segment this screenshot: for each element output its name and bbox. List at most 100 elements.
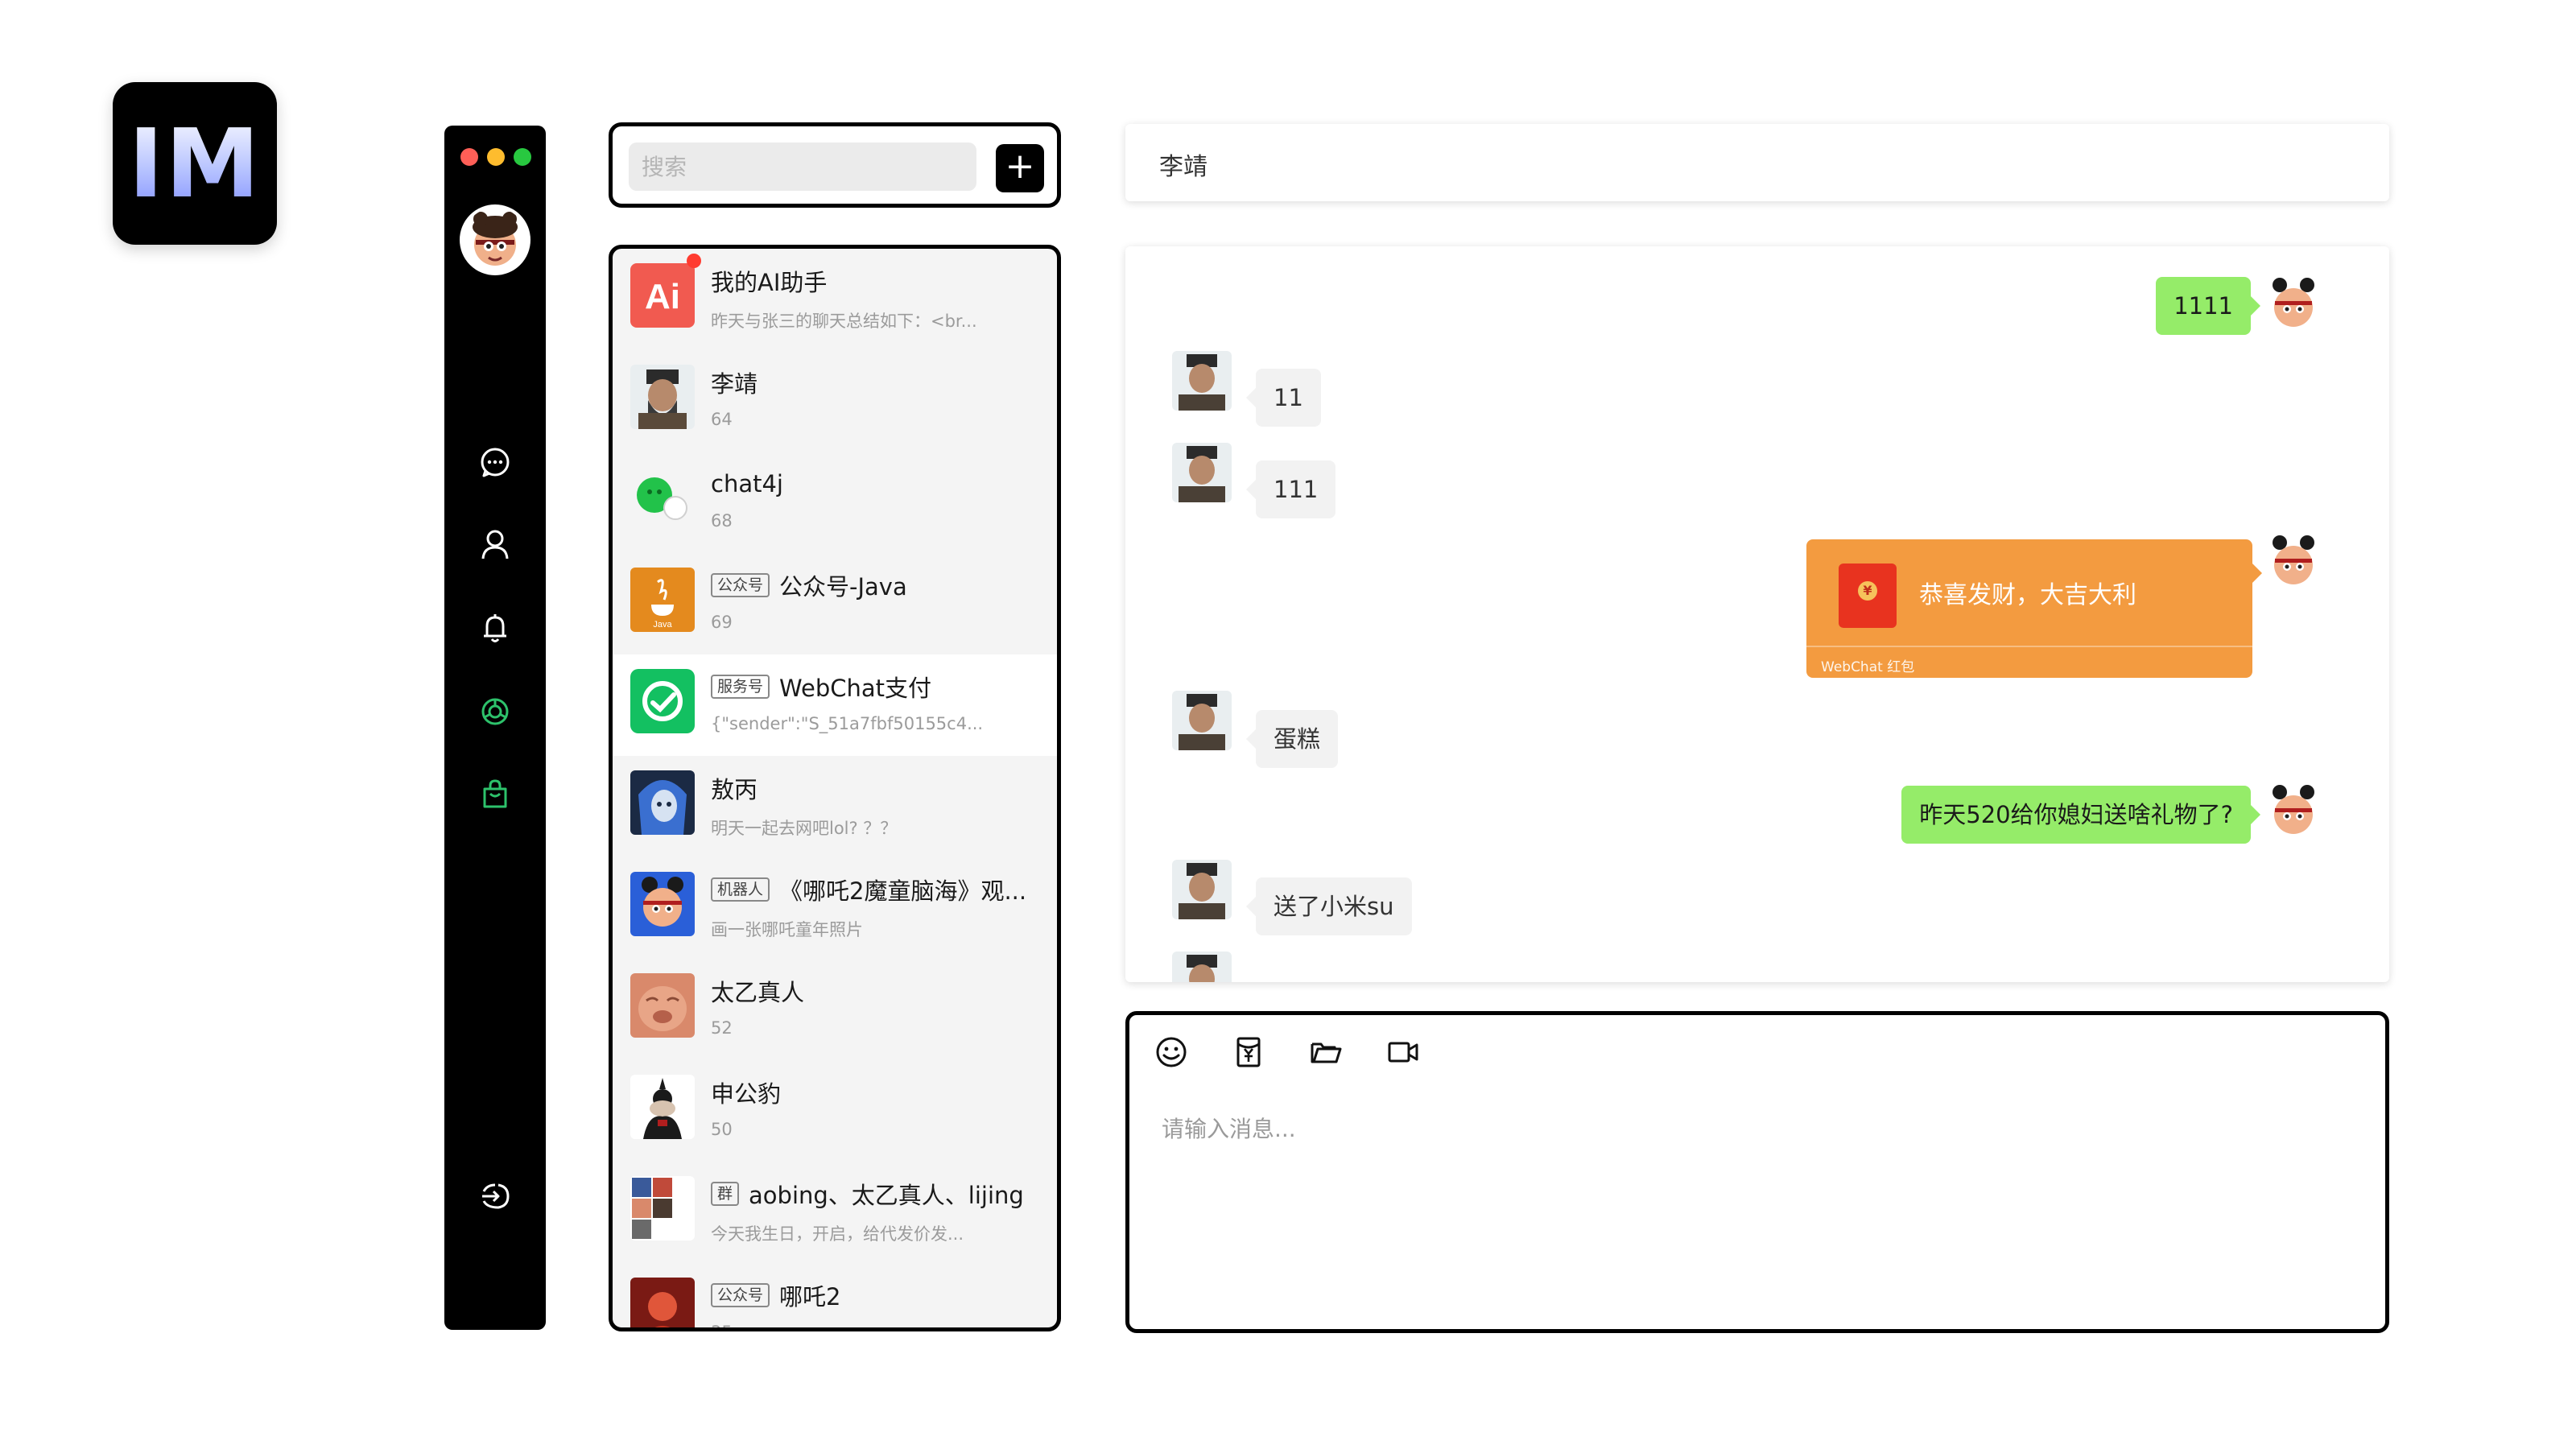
search-panel: + [609, 122, 1061, 208]
contact-item[interactable]: 机器人 《哪吒2魔童脑海》观... 画一张哪吒童年照片 [613, 857, 1057, 959]
contact-subtitle: 50 [711, 1120, 733, 1139]
logo-text: IM [128, 108, 262, 219]
contact-tag: 机器人 [711, 877, 770, 902]
bell-icon [484, 614, 506, 642]
message-bubble-received[interactable]: 送了小米su [1246, 877, 1412, 935]
contact-tag: 公众号 [711, 1283, 770, 1307]
message-list: 1111 11 111 ¥ 恭喜发财，大吉大利 WebChat 红包 蛋糕 昨天… [1125, 246, 2389, 982]
message-bubble-sent[interactable]: 1111 [2156, 277, 2260, 335]
contact-avatar [630, 1278, 695, 1327]
contact-item[interactable]: 李靖 64 [613, 350, 1057, 452]
contact-avatar: Ai [630, 263, 695, 328]
contact-item[interactable]: 申公豹 50 [613, 1060, 1057, 1162]
video-call-button[interactable] [1384, 1033, 1422, 1071]
contact-item[interactable]: chat4j 68 [613, 452, 1057, 553]
contact-avatar [630, 1176, 695, 1241]
message-input[interactable] [1162, 1112, 2353, 1305]
contact-item[interactable]: Ai 我的AI助手 昨天与张三的聊天总结如下：<br... [613, 249, 1057, 350]
contact-name: 《哪吒2魔童脑海》观... [779, 877, 1027, 905]
sidebar-item-notifications[interactable] [476, 609, 514, 647]
contact-tag: 群 [711, 1182, 740, 1206]
contact-item[interactable]: Java 公众号 公众号-Java 69 [613, 553, 1057, 654]
logout-button[interactable] [476, 1177, 514, 1216]
contact-avatar: Java [630, 568, 695, 632]
contact-subtitle: 35 [711, 1323, 1038, 1327]
red-packet-greeting: 恭喜发财，大吉大利 [1919, 581, 2136, 609]
message-bubble-sent[interactable]: 昨天520给你媳妇送啥礼物了? [1901, 786, 2260, 844]
contact-avatar [630, 466, 695, 530]
sidebar-item-contacts[interactable] [476, 525, 514, 564]
contact-subtitle: 64 [711, 410, 733, 429]
contact-name: 敖丙 [711, 776, 758, 803]
contact-item[interactable]: 群 aobing、太乙真人、lijing 今天我生日，开启，给代发价发... [613, 1162, 1057, 1263]
contact-name: 我的AI助手 [711, 269, 828, 296]
red-packet-button[interactable] [1229, 1033, 1268, 1071]
red-packet-divider [1806, 646, 2252, 647]
message-composer [1125, 1011, 2389, 1333]
svg-text:Ai: Ai [645, 277, 680, 316]
contact-item[interactable]: 敖丙 明天一起去网吧lol? ？？ [613, 756, 1057, 857]
minimize-window-button[interactable] [487, 148, 505, 166]
message-bubble-received[interactable]: 11 [1246, 369, 1321, 427]
contact-item[interactable]: 公众号 哪吒2 35 [613, 1263, 1057, 1327]
file-button[interactable] [1307, 1033, 1345, 1071]
my-avatar [2264, 275, 2323, 335]
contact-name: 哪吒2 [779, 1283, 841, 1311]
contact-avatar [630, 973, 695, 1038]
chat-title: 李靖 [1159, 153, 1208, 181]
contact-name: 太乙真人 [711, 979, 805, 1006]
chat-bubble-icon [481, 448, 510, 477]
close-window-button[interactable] [460, 148, 478, 166]
contact-subtitle: 昨天与张三的聊天总结如下：<br... [711, 312, 977, 331]
contact-subtitle: 今天我生日，开启，给代发价发... [711, 1224, 964, 1244]
red-packet-icon: ¥ [1839, 564, 1897, 628]
contact-avatar [630, 669, 695, 733]
contact-name: aobing、太乙真人、lijing [749, 1182, 1024, 1209]
contact-subtitle: 68 [711, 511, 733, 530]
window-controls [460, 148, 531, 166]
my-avatar [2264, 533, 2323, 592]
contact-avatar [630, 365, 695, 429]
contact-subtitle: 52 [711, 1018, 733, 1038]
contact-item[interactable]: 太乙真人 52 [613, 959, 1057, 1060]
openai-icon [481, 698, 509, 725]
contact-tag: 服务号 [711, 675, 770, 699]
contact-avatar [1172, 691, 1232, 750]
unread-dot [687, 254, 701, 268]
red-packet-message[interactable]: ¥ 恭喜发财，大吉大利 WebChat 红包 [1806, 539, 2262, 678]
my-avatar [2264, 782, 2323, 842]
app-logo: IM [113, 82, 277, 245]
search-input[interactable] [629, 142, 976, 191]
video-icon [1388, 1042, 1418, 1063]
svg-text:Java: Java [653, 620, 672, 630]
contact-name: WebChat支付 [779, 675, 932, 702]
contact-avatar [1172, 443, 1232, 502]
contact-name: 申公豹 [711, 1080, 782, 1108]
message-bubble-received[interactable]: 蛋糕 [1245, 710, 1339, 768]
chat-header: 李靖 [1125, 124, 2389, 201]
maximize-window-button[interactable] [514, 148, 531, 166]
contact-subtitle: 69 [711, 613, 733, 632]
contact-name: chat4j [711, 470, 783, 497]
user-avatar[interactable] [460, 204, 530, 275]
sidebar [444, 126, 546, 1330]
add-contact-button[interactable]: + [996, 144, 1044, 192]
logout-icon [482, 1183, 510, 1209]
sidebar-item-plugins[interactable] [476, 692, 514, 731]
contact-list: Ai 我的AI助手 昨天与张三的聊天总结如下：<br... 李靖 64 chat… [609, 245, 1061, 1331]
emoji-button[interactable] [1152, 1033, 1191, 1071]
contact-subtitle: 画一张哪吒童年照片 [711, 920, 863, 939]
contact-avatar [1172, 952, 1232, 982]
contact-item-active[interactable]: 服务号 WebChat支付 {"sender":"S_51a7fbf50155c… [613, 654, 1057, 756]
message-bubble-received[interactable]: 111 [1245, 460, 1336, 518]
emoji-icon [1156, 1037, 1187, 1067]
contact-avatar [630, 872, 695, 936]
shopping-bag-icon [483, 779, 507, 808]
sidebar-item-store[interactable] [476, 774, 514, 813]
contact-avatar [630, 1075, 695, 1139]
contact-name: 李靖 [711, 370, 758, 398]
contact-subtitle: {"sender":"S_51a7fbf50155c4... [711, 714, 984, 733]
contact-subtitle: 明天一起去网吧lol? ？？ [711, 819, 898, 838]
user-icon [481, 530, 509, 559]
sidebar-item-chat[interactable] [476, 443, 514, 481]
